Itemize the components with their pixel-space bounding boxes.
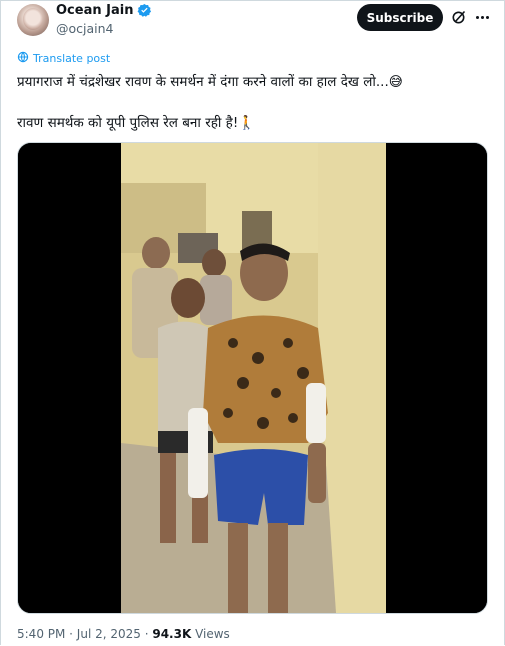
tweet-meta: 5:40 PM · Jul 2, 2025 · 94.3K Views [17, 627, 230, 641]
subscribe-button[interactable]: Subscribe [357, 4, 443, 31]
grok-icon[interactable] [451, 9, 467, 25]
walking-person-emoji: 🚶 [238, 115, 256, 131]
author-row: Ocean Jain [56, 3, 152, 18]
meta-separator: · [140, 627, 153, 641]
video-player[interactable] [17, 142, 488, 614]
tweet-text-line1: प्रयागराज में चंद्रशेखर रावण के समर्थन म… [17, 72, 403, 90]
tweet-text-line2-content: रावण समर्थक को यूपी पुलिस रेल बना रही है… [17, 115, 239, 131]
tweet-text-line1-content: प्रयागराज में चंद्रशेखर रावण के समर्थन म… [17, 74, 389, 90]
sweat-smile-emoji: 😅 [388, 74, 403, 90]
author-name[interactable]: Ocean Jain [56, 3, 133, 18]
verified-badge-icon [137, 3, 152, 18]
views-label: Views [191, 627, 230, 641]
views-count: 94.3K [152, 627, 192, 641]
timestamp[interactable]: 5:40 PM · Jul 2, 2025 [17, 627, 141, 641]
translate-label: Translate post [33, 52, 111, 65]
translate-post-link[interactable]: Translate post [17, 51, 110, 66]
translate-icon [17, 51, 29, 66]
video-frame [18, 143, 487, 613]
tweet-text-line2: रावण समर्थक को यूपी पुलिस रेल बना रही है… [17, 113, 255, 131]
avatar[interactable] [17, 4, 49, 36]
author-handle[interactable]: @ocjain4 [56, 21, 114, 36]
more-icon[interactable] [471, 8, 493, 26]
